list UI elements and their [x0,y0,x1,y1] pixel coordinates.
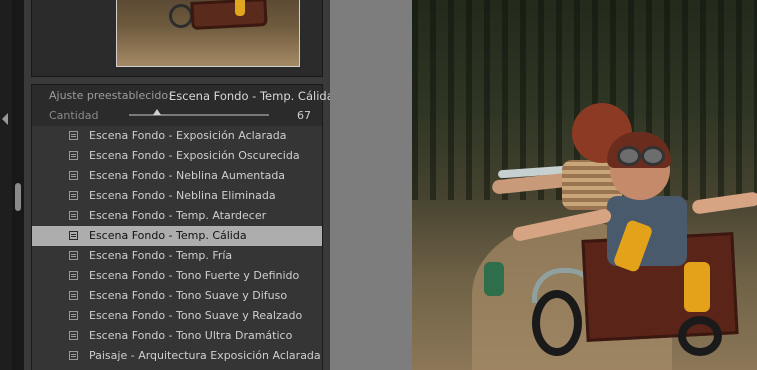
preset-doc-icon [69,131,78,140]
preset-doc-icon [69,311,78,320]
preset-item-label: Escena Fondo - Exposición Oscurecida [89,149,300,162]
preset-item-label: Escena Fondo - Temp. Cálida [89,229,247,242]
main-photo[interactable] [412,0,757,370]
preset-item-label: Escena Fondo - Neblina Eliminada [89,189,276,202]
preset-list-item[interactable]: Escena Fondo - Temp. Atardecer [32,206,322,226]
preview-boot [235,0,245,16]
photo-yellow-boot-right [684,262,710,312]
photo-goggle-left [617,146,641,166]
amount-slider-thumb[interactable] [153,109,161,115]
preset-doc-icon [69,291,78,300]
preset-list-item[interactable]: Escena Fondo - Neblina Eliminada [32,186,322,206]
preset-list-item[interactable]: Escena Fondo - Temp. Fría [32,246,322,266]
amount-label: Cantidad [49,109,99,122]
preset-list-item[interactable]: Escena Fondo - Tono Ultra Dramático [32,326,322,346]
preset-item-label: Escena Fondo - Exposición Aclarada [89,129,287,142]
preset-doc-icon [69,211,78,220]
preset-list-item[interactable]: Escena Fondo - Tono Fuerte y Definido [32,266,322,286]
preset-preview-box: Ajuste preestablecido: Escena Fondo - Te… [31,84,334,128]
preset-item-label: Escena Fondo - Tono Suave y Realzado [89,309,303,322]
preset-value: Escena Fondo - Temp. Cálida [169,89,334,103]
preset-item-label: Paisaje - Arquitectura Exposición Aclara… [89,349,321,362]
preset-list-item[interactable]: Escena Fondo - Exposición Aclarada [32,126,322,146]
preset-list-item[interactable]: Escena Fondo - Exposición Oscurecida [32,146,322,166]
photo-front-wheel [532,290,582,356]
preset-list: Escena Fondo - Exposición Aclarada Escena… [31,126,323,370]
preset-item-label: Escena Fondo - Tono Ultra Dramático [89,329,293,342]
collapse-panel-arrow-icon[interactable] [2,113,8,125]
preset-list-item[interactable]: Paisaje - Arquitectura Exposición Aclara… [32,346,322,366]
preview-cart [190,0,268,30]
preset-doc-icon [69,231,78,240]
photo-green-boot [484,262,504,296]
amount-slider-track[interactable] [129,114,269,116]
preset-doc-icon [69,331,78,340]
left-panel-strip [0,0,12,370]
preset-doc-icon [69,151,78,160]
preset-item-label: Escena Fondo - Tono Fuerte y Definido [89,269,300,282]
preset-doc-icon [69,351,78,360]
preset-item-label: Escena Fondo - Temp. Atardecer [89,209,267,222]
preset-list-item[interactable]: Escena Fondo - Tono Suave y Realzado [32,306,322,326]
preset-doc-icon [69,271,78,280]
preset-doc-icon [69,251,78,260]
navigator-preview[interactable] [116,0,300,67]
preset-doc-icon [69,171,78,180]
preview-wheel [169,4,193,28]
amount-value[interactable]: 67 [297,109,311,122]
preset-list-item[interactable]: Escena Fondo - Neblina Aumentada [32,166,322,186]
preset-item-label: Escena Fondo - Tono Suave y Difuso [89,289,288,302]
preset-item-label: Escena Fondo - Temp. Fría [89,249,233,262]
navigator-panel [31,0,323,77]
preset-list-item[interactable]: Escena Fondo - Temp. Cálida [32,226,322,246]
preset-doc-icon [69,191,78,200]
scrollbar-thumb[interactable] [15,183,21,211]
preset-label: Ajuste preestablecido: [49,89,172,102]
photo-rear-wheel [678,316,722,356]
preset-item-label: Escena Fondo - Neblina Aumentada [89,169,286,182]
workspace-gap [330,0,412,370]
preset-list-item[interactable]: Escena Fondo - Tono Suave y Difuso [32,286,322,306]
photo-goggle-right [641,146,665,166]
